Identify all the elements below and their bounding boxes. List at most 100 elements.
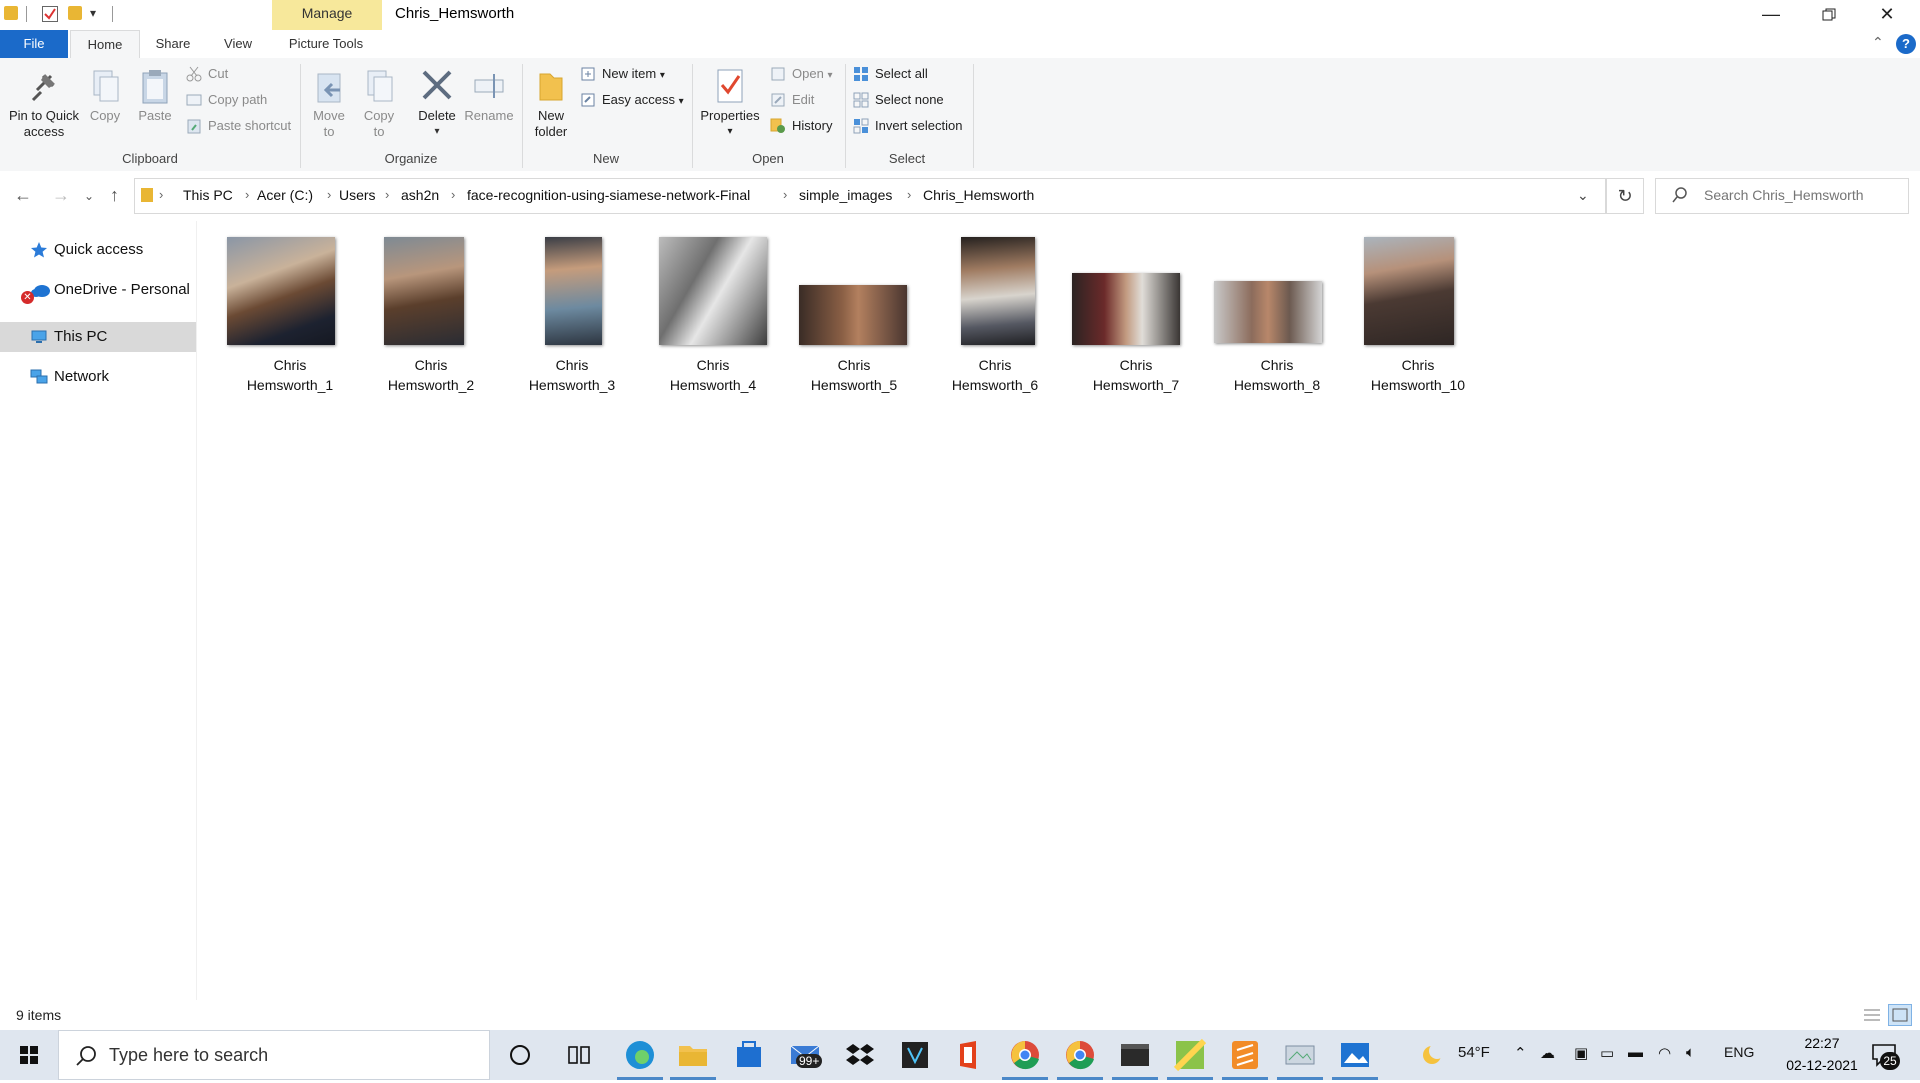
sidebar-item-this-pc[interactable]: This PC [0, 322, 196, 352]
tab-file[interactable]: File [0, 30, 68, 58]
back-arrow-icon[interactable]: ← [14, 185, 32, 206]
show-hidden-icons-chevron-icon[interactable]: ⌃ [1514, 1044, 1527, 1062]
edit-button[interactable]: Edit [770, 89, 814, 111]
file-item[interactable]: Chris Hemsworth_1 [220, 235, 360, 395]
terminal-icon[interactable] [1112, 1038, 1158, 1080]
file-explorer-icon[interactable] [670, 1038, 716, 1080]
cut-button[interactable]: Cut [186, 63, 228, 85]
windows-start-icon[interactable] [0, 1030, 58, 1080]
task-view-icon[interactable] [562, 1038, 596, 1072]
file-item[interactable]: Chris Hemsworth_5 [784, 235, 924, 395]
breadcrumb-user[interactable]: ash2n [401, 187, 439, 203]
taskbar-search-box[interactable]: Type here to search [58, 1030, 490, 1080]
sublime-text-icon[interactable] [1222, 1038, 1268, 1080]
move-to-label-line2: to [323, 124, 335, 139]
copy-to-button[interactable]: Copy to [358, 68, 400, 140]
search-box[interactable] [1655, 178, 1909, 214]
delete-button[interactable]: Delete ▾ [414, 68, 460, 140]
history-button[interactable]: History [770, 115, 832, 137]
invert-selection-button[interactable]: Invert selection [853, 115, 962, 137]
copy-button[interactable]: Copy [84, 68, 126, 124]
close-button[interactable]: ✕ [1858, 0, 1916, 30]
move-to-button[interactable]: Move to [308, 68, 350, 140]
sidebar-item-network[interactable]: Network [0, 362, 196, 392]
rename-button[interactable]: Rename [464, 68, 514, 124]
microsoft-store-icon[interactable] [732, 1038, 766, 1072]
search-input[interactable] [1704, 187, 1904, 203]
copy-path-button[interactable]: Copy path [186, 89, 267, 111]
edge-browser-icon[interactable] [617, 1038, 663, 1080]
customize-quick-access-icon[interactable]: ▾ [90, 6, 96, 20]
properties-dropdown-icon[interactable]: ▾ [698, 124, 762, 140]
paste-button[interactable]: Paste [134, 68, 176, 124]
restore-button[interactable] [1800, 0, 1858, 30]
breadcrumb-project[interactable]: face-recognition-using-siamese-network-F… [467, 187, 750, 203]
recent-locations-chevron-icon[interactable]: ⌄ [84, 189, 94, 203]
tab-home[interactable]: Home [70, 30, 140, 59]
address-bar[interactable]: › This PC › Acer (C:) › Users › ash2n › … [134, 178, 1606, 214]
clock-time[interactable]: 22:27 [1782, 1035, 1862, 1051]
office-icon[interactable] [952, 1038, 986, 1072]
clock-date[interactable]: 02-12-2021 [1774, 1057, 1870, 1073]
chrome-icon[interactable] [1002, 1038, 1048, 1080]
delete-dropdown-icon[interactable]: ▾ [414, 124, 460, 140]
select-all-button[interactable]: Select all [853, 63, 928, 85]
predator-sense-icon[interactable] [898, 1038, 932, 1072]
large-icons-view-icon[interactable] [1888, 1004, 1912, 1026]
meet-now-icon[interactable]: ▣ [1574, 1044, 1588, 1062]
collapse-ribbon-icon[interactable]: ⌃ [1872, 34, 1884, 51]
details-view-icon[interactable] [1862, 1006, 1882, 1024]
file-item[interactable]: Chris Hemsworth_4 [643, 235, 783, 395]
file-item[interactable]: Chris Hemsworth_10 [1348, 235, 1488, 395]
help-icon[interactable]: ? [1896, 34, 1916, 54]
cortana-icon[interactable] [503, 1038, 537, 1072]
file-item[interactable]: Chris Hemsworth_6 [925, 235, 1065, 395]
breadcrumb-separator-icon: › [783, 187, 788, 202]
tab-picture-tools[interactable]: Picture Tools [272, 30, 380, 58]
breadcrumb-this-pc[interactable]: This PC [183, 187, 233, 203]
pin-to-quick-access-button[interactable]: Pin to Quick access [6, 68, 82, 140]
tab-share[interactable]: Share [145, 30, 201, 58]
properties-button[interactable]: Properties ▾ [698, 68, 762, 140]
select-none-button[interactable]: Select none [853, 89, 944, 111]
tab-manage[interactable]: Manage [272, 0, 382, 30]
volume-icon[interactable]: 🔈︎ [1686, 1044, 1695, 1061]
dropbox-icon[interactable] [843, 1038, 877, 1072]
breadcrumb-users[interactable]: Users [339, 187, 376, 203]
breadcrumb-current-folder[interactable]: Chris_Hemsworth [923, 187, 1034, 203]
paste-label: Paste [138, 108, 172, 123]
tab-view[interactable]: View [210, 30, 266, 58]
file-item[interactable]: Chris Hemsworth_2 [361, 235, 501, 395]
sidebar-item-quick-access[interactable]: Quick access [0, 235, 196, 265]
new-folder-button[interactable]: New folder [530, 68, 572, 140]
up-arrow-icon[interactable]: ↑ [110, 185, 119, 206]
file-item[interactable]: Chris Hemsworth_3 [502, 235, 642, 395]
sidebar-item-onedrive[interactable]: ✕ OneDrive - Personal [0, 275, 196, 305]
open-button[interactable]: Open ▾ [770, 63, 832, 85]
battery-icon[interactable]: ▬ [1628, 1044, 1643, 1061]
notifications-icon[interactable]: 25 [1870, 1040, 1900, 1070]
image-viewer-icon[interactable] [1277, 1038, 1323, 1080]
language-indicator[interactable]: ENG [1724, 1044, 1754, 1060]
properties-quick-icon[interactable] [42, 6, 58, 22]
paste-shortcut-button[interactable]: Paste shortcut [186, 115, 291, 137]
easy-access-button[interactable]: Easy access ▾ [580, 89, 684, 111]
pycharm-icon[interactable] [1167, 1038, 1213, 1080]
mail-icon[interactable]: 99+ [788, 1038, 823, 1072]
weather-temperature[interactable]: 54°F [1458, 1044, 1490, 1061]
new-item-button[interactable]: New item ▾ [580, 63, 665, 85]
new-folder-quick-icon[interactable] [68, 6, 82, 20]
breadcrumb-drive[interactable]: Acer (C:) [257, 187, 313, 203]
file-item[interactable]: Chris Hemsworth_8 [1207, 235, 1347, 395]
onedrive-error-tray-icon[interactable]: ☁ [1540, 1044, 1555, 1062]
file-item[interactable]: Chris Hemsworth_7 [1066, 235, 1206, 395]
chrome-profile-icon[interactable] [1057, 1038, 1103, 1080]
refresh-icon[interactable]: ↻ [1606, 178, 1644, 214]
wifi-icon[interactable]: ◠ [1658, 1044, 1671, 1062]
address-dropdown-chevron-icon[interactable]: ⌄ [1577, 187, 1589, 204]
breadcrumb-simple-images[interactable]: simple_images [799, 187, 892, 203]
minimize-button[interactable]: — [1742, 0, 1800, 30]
forward-arrow-icon[interactable]: → [52, 185, 70, 206]
display-icon[interactable]: ▭ [1600, 1044, 1614, 1062]
photos-icon[interactable] [1332, 1038, 1378, 1080]
